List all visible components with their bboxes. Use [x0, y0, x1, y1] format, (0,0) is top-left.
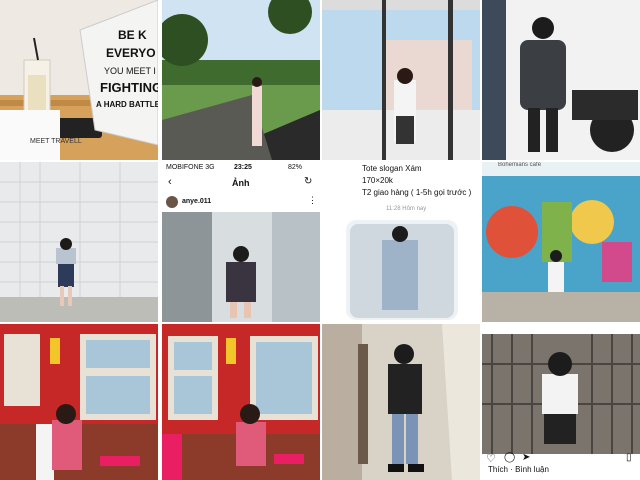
post-actions-label[interactable]: Thích · Bình luận [488, 465, 549, 474]
photo-alley-tote [322, 324, 480, 480]
photo-park-walkway [162, 0, 320, 160]
tote-slogan-line-5: A HARD BATTLE [96, 100, 158, 109]
photo-red-window-2 [162, 324, 320, 480]
photo-collage-grid: BE K EVERYO YOU MEET I FIGHTING A HARD B… [0, 0, 640, 480]
photo-white-wall-outfit [0, 162, 158, 322]
tote-slogan-line-4: FIGHTING [100, 80, 158, 95]
like-heart-icon[interactable]: ♡ [486, 452, 496, 465]
chat-line-2: 170×20k [362, 176, 393, 185]
share-icon[interactable]: ➤ [522, 452, 530, 463]
chat-timestamp: 11:28 Hôm nay [386, 206, 427, 212]
comment-icon[interactable]: ◯ [504, 452, 515, 463]
bookmark-icon[interactable]: ▯ [626, 452, 632, 463]
tote-slogan-line-3: YOU MEET I [104, 66, 156, 76]
book-cover-text: MEET TRAVELL [30, 138, 82, 145]
photo-gate-outfit: ♡ ◯ ➤ ▯ Thích · Bình luận [482, 334, 640, 480]
status-carrier: MOBIFONE 3G [166, 164, 215, 171]
photo-red-window-1 [0, 324, 158, 480]
status-time: 23:25 [234, 164, 252, 171]
more-options-icon[interactable]: ⋮ [308, 195, 317, 206]
status-battery: 82% [288, 164, 303, 171]
screen-title: Ảnh [232, 178, 250, 188]
refresh-icon[interactable]: ↻ [304, 176, 312, 187]
tote-slogan-line-1: BE K [118, 28, 147, 42]
post-username[interactable]: anye.011 [182, 198, 211, 205]
chat-line-1: Tote slogan Xám [362, 164, 422, 173]
photo-graffiti-wall: Bohemians cafe [482, 162, 640, 322]
cafe-label: Bohemians cafe [498, 162, 542, 168]
chat-line-3: T2 giao hàng ( 1-5h gọi trước ) [362, 188, 472, 197]
back-chevron-icon[interactable]: ‹ [168, 176, 172, 188]
photo-motorbike-rider [482, 0, 640, 160]
photo-phone-screenshot: MOBIFONE 3G 23:25 82% ‹ Ảnh ↻ anye.011 ⋮ [162, 162, 320, 322]
photo-window-view [322, 0, 480, 160]
tote-slogan-line-2: EVERYO [106, 46, 156, 60]
photo-chat-screenshot: Tote slogan Xám 170×20k T2 giao hàng ( 1… [322, 162, 480, 322]
photo-cafe-table-tote: BE K EVERYO YOU MEET I FIGHTING A HARD B… [0, 0, 158, 160]
